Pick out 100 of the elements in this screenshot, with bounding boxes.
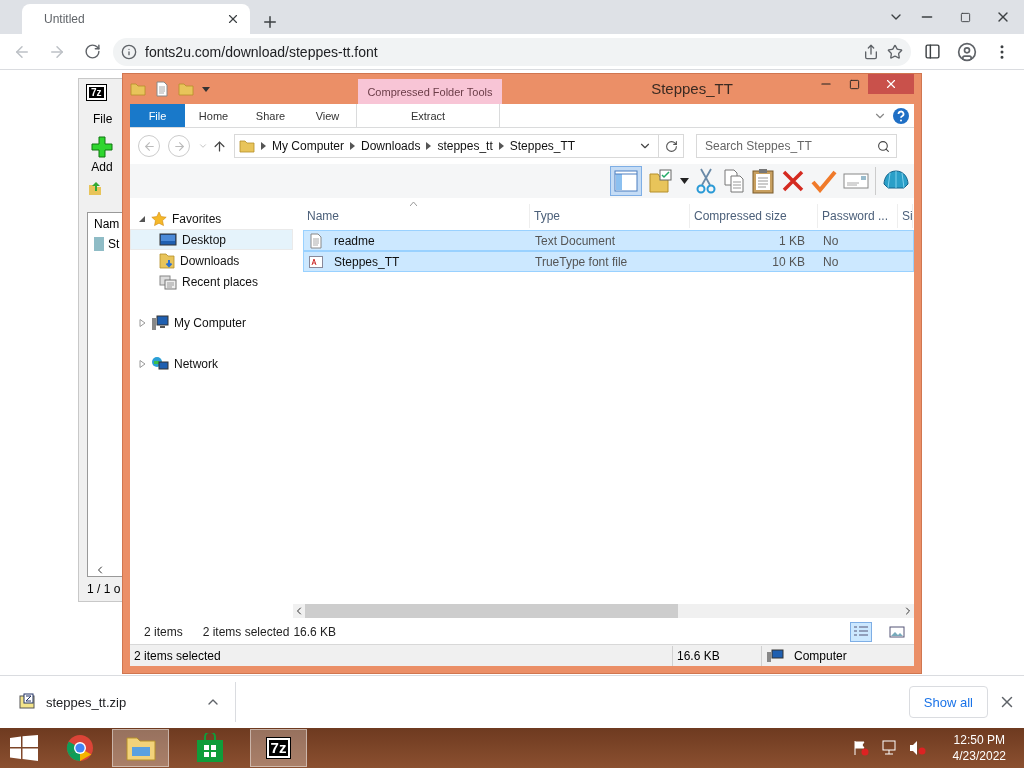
- nav-item[interactable]: Network: [130, 353, 293, 374]
- item-count: 2 items: [144, 625, 183, 639]
- star-icon: [151, 210, 167, 227]
- nav-item[interactable]: Favorites: [130, 208, 293, 229]
- breadcrumb-item[interactable]: My Computer: [272, 139, 345, 153]
- add-label[interactable]: Add: [91, 160, 113, 174]
- status-location: Computer: [793, 648, 847, 663]
- expanded-arrow-icon[interactable]: [139, 214, 146, 223]
- back-icon: [142, 139, 156, 153]
- downloads-folder-icon: [159, 251, 175, 270]
- info-icon[interactable]: [121, 43, 137, 60]
- image-icon: [889, 625, 905, 639]
- sevenzip-logo: 7z: [87, 85, 106, 100]
- breadcrumb-arrow-icon[interactable]: [261, 142, 266, 150]
- horizontal-scrollbar[interactable]: [293, 604, 914, 618]
- password-value: No: [822, 233, 840, 248]
- search-icon[interactable]: [877, 140, 890, 153]
- share-icon[interactable]: [863, 43, 879, 60]
- up-icon[interactable]: [211, 138, 227, 154]
- file-name: readme: [333, 233, 376, 248]
- maximize-icon: [848, 78, 860, 90]
- folder-icon: [239, 138, 255, 154]
- column-header[interactable]: Si: [898, 204, 913, 228]
- breadcrumb-item[interactable]: Downloads: [361, 139, 421, 153]
- breadcrumb-item[interactable]: steppes_tt: [437, 139, 493, 153]
- column-header[interactable]: Compressed size: [690, 204, 818, 228]
- font-file-icon: [308, 253, 324, 270]
- recent-places-icon: [159, 273, 177, 290]
- file-menu-button[interactable]: File: [130, 104, 185, 127]
- nav-label: My Computer: [174, 315, 247, 330]
- menu-item[interactable]: File: [93, 112, 113, 126]
- chrome-icon: [66, 734, 94, 762]
- network-icon[interactable]: [880, 740, 897, 756]
- show-all-button[interactable]: Show all: [908, 686, 988, 718]
- scissors-icon[interactable]: [695, 168, 717, 194]
- breadcrumb-item[interactable]: Steppes_TT: [509, 139, 576, 153]
- nav-item[interactable]: Recent places: [130, 271, 293, 292]
- close-icon: [884, 77, 898, 91]
- column-header[interactable]: Nam: [94, 217, 120, 231]
- forward-icon: [172, 139, 186, 153]
- file-name[interactable]: St: [108, 237, 120, 251]
- close-tab-icon[interactable]: [226, 12, 240, 26]
- compressed-size: 10 KB: [771, 254, 806, 269]
- nav-label: Recent places: [182, 274, 259, 289]
- breadcrumb-arrow-icon[interactable]: [426, 142, 432, 150]
- column-header[interactable]: Type: [530, 204, 690, 228]
- search-field[interactable]: Search Steppes_TT: [696, 134, 897, 158]
- selection-count: 2 items selected: [202, 625, 290, 639]
- properties-icon[interactable]: [154, 81, 170, 97]
- download-file-name[interactable]: steppes_tt.zip: [46, 694, 195, 710]
- taskbar-button[interactable]: 7z: [250, 729, 307, 767]
- password-value: No: [822, 254, 840, 269]
- clock[interactable]: 12:50 PM 4/23/2022: [952, 732, 1006, 764]
- new-tab-icon[interactable]: [261, 13, 279, 31]
- file-row[interactable]: readme Text Document 1 KB No: [303, 230, 914, 251]
- checkmark-icon[interactable]: [811, 169, 837, 193]
- computer-icon: [151, 314, 169, 331]
- side-panel-icon[interactable]: [923, 43, 941, 60]
- windows-logo-icon[interactable]: [10, 735, 38, 761]
- muted-speaker-icon[interactable]: [908, 740, 927, 756]
- reload-icon[interactable]: [83, 43, 101, 60]
- dropdown-caret-icon[interactable]: [680, 178, 689, 184]
- column-header[interactable]: Name: [303, 204, 530, 228]
- address-bar[interactable]: fonts2u.com/download/steppes-tt.font: [113, 37, 911, 66]
- nav-item[interactable]: My Computer: [130, 312, 293, 333]
- folder-icon: [124, 734, 157, 762]
- refresh-icon: [664, 139, 678, 153]
- clipboard-icon[interactable]: [751, 168, 775, 194]
- file-row[interactable]: Steppes_TT TrueType font file 10 KB No: [303, 251, 914, 272]
- up-folder-icon: [87, 180, 103, 196]
- nav-item[interactable]: Downloads: [130, 250, 293, 271]
- column-header[interactable]: Password ...: [818, 204, 898, 228]
- file-type: Text Document: [534, 233, 617, 248]
- restore-icon[interactable]: [959, 11, 971, 23]
- file-type: TrueType font file: [534, 254, 629, 269]
- bookmark-star-icon[interactable]: [887, 43, 903, 60]
- browser-tab[interactable]: Untitled: [22, 4, 250, 34]
- window-title: Steppes_TT: [650, 79, 734, 99]
- details-list-icon: [853, 625, 869, 639]
- delete-icon[interactable]: [781, 169, 805, 193]
- ribbon-tab[interactable]: Extract: [356, 104, 500, 127]
- address-field[interactable]: My Computer Downloads steppes_tt Steppes_TT: [234, 134, 684, 158]
- computer-icon: [766, 648, 784, 663]
- contextual-tab-label: Compressed Folder Tools: [358, 79, 502, 104]
- copy-icon[interactable]: [723, 169, 745, 193]
- help-icon[interactable]: [892, 107, 910, 125]
- flag-icon[interactable]: [852, 740, 869, 756]
- nav-item[interactable]: Desktop: [130, 229, 293, 250]
- compressed-size: 1 KB: [778, 233, 806, 248]
- collapsed-arrow-icon[interactable]: [139, 359, 146, 368]
- preview-pane-icon: [614, 170, 638, 192]
- time-text: 12:50 PM: [953, 732, 1005, 748]
- url-text: fonts2u.com/download/steppes-tt.font: [145, 43, 379, 60]
- profile-avatar-icon[interactable]: [957, 41, 977, 62]
- folder-check-icon[interactable]: [648, 168, 674, 194]
- nav-label: Favorites: [172, 211, 222, 226]
- shopping-bag-icon: [195, 733, 224, 763]
- breadcrumb-arrow-icon[interactable]: [350, 142, 356, 150]
- collapsed-arrow-icon[interactable]: [139, 318, 146, 327]
- breadcrumb-arrow-icon[interactable]: [498, 142, 504, 150]
